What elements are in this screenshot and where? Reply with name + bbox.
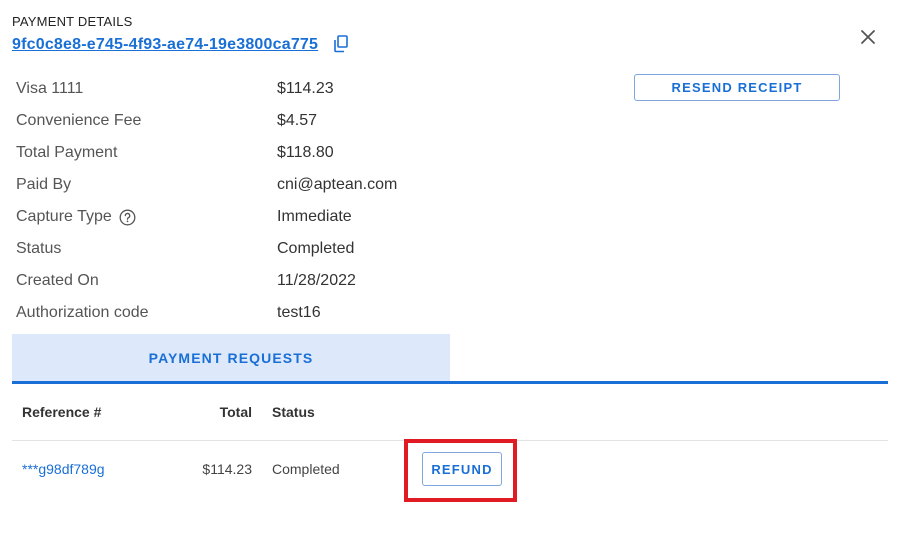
tab-payment-requests[interactable]: PAYMENT REQUESTS	[12, 334, 450, 382]
close-icon[interactable]	[858, 27, 878, 47]
detail-value: cni@aptean.com	[277, 176, 398, 193]
detail-value: Completed	[277, 240, 355, 257]
detail-value: Immediate	[277, 208, 352, 225]
detail-row-created-on: Created On 11/28/2022	[16, 265, 456, 297]
detail-label: Created On	[16, 272, 99, 289]
payment-id-link[interactable]: 9fc0c8e8-e745-4f93-ae74-19e3800ca775	[12, 36, 318, 54]
detail-row-status: Status Completed	[16, 233, 456, 265]
column-header-total: Total	[219, 404, 252, 420]
detail-label: Authorization code	[16, 304, 149, 321]
detail-label: Status	[16, 240, 62, 257]
detail-label: Total Payment	[16, 144, 118, 161]
resend-receipt-button[interactable]: RESEND RECEIPT	[634, 74, 840, 101]
detail-label: Paid By	[16, 176, 72, 193]
detail-value: test16	[277, 304, 321, 321]
reference-link[interactable]: ***g98df789g	[22, 461, 105, 477]
detail-label-with-help: Capture Type	[16, 208, 277, 226]
refund-button[interactable]: REFUND	[422, 452, 502, 486]
detail-row-convenience-fee: Convenience Fee $4.57	[16, 105, 456, 137]
detail-value: $118.80	[277, 144, 334, 161]
detail-row-paid-by: Paid By cni@aptean.com	[16, 169, 456, 201]
detail-row-card: Visa 1111 $114.23	[16, 73, 456, 105]
detail-label: Visa 1111	[16, 80, 84, 97]
payment-details-dialog: PAYMENT DETAILS 9fc0c8e8-e745-4f93-ae74-…	[0, 0, 898, 541]
detail-value: $4.57	[277, 112, 318, 129]
detail-row-capture-type: Capture Type Immediate	[16, 201, 456, 233]
detail-label: Convenience Fee	[16, 112, 142, 129]
copy-icon[interactable]	[333, 35, 349, 53]
tab-indicator	[12, 381, 888, 384]
detail-row-authorization-code: Authorization code test16	[16, 297, 456, 329]
tab-bar: PAYMENT REQUESTS	[12, 334, 888, 385]
column-header-reference: Reference #	[22, 404, 102, 420]
detail-row-total-payment: Total Payment $118.80	[16, 137, 456, 169]
detail-label-text: Capture Type	[16, 208, 112, 225]
detail-value: 11/28/2022	[277, 272, 356, 289]
row-total: $114.23	[202, 461, 252, 477]
dialog-title: PAYMENT DETAILS	[12, 14, 133, 29]
detail-value: $114.23	[277, 80, 334, 97]
column-header-status: Status	[272, 404, 315, 420]
row-status: Completed	[272, 461, 340, 477]
payment-details-list: Visa 1111 $114.23 Convenience Fee $4.57 …	[16, 73, 456, 329]
table-header: Reference # Total Status	[12, 385, 888, 441]
help-circle-icon[interactable]	[119, 209, 136, 226]
